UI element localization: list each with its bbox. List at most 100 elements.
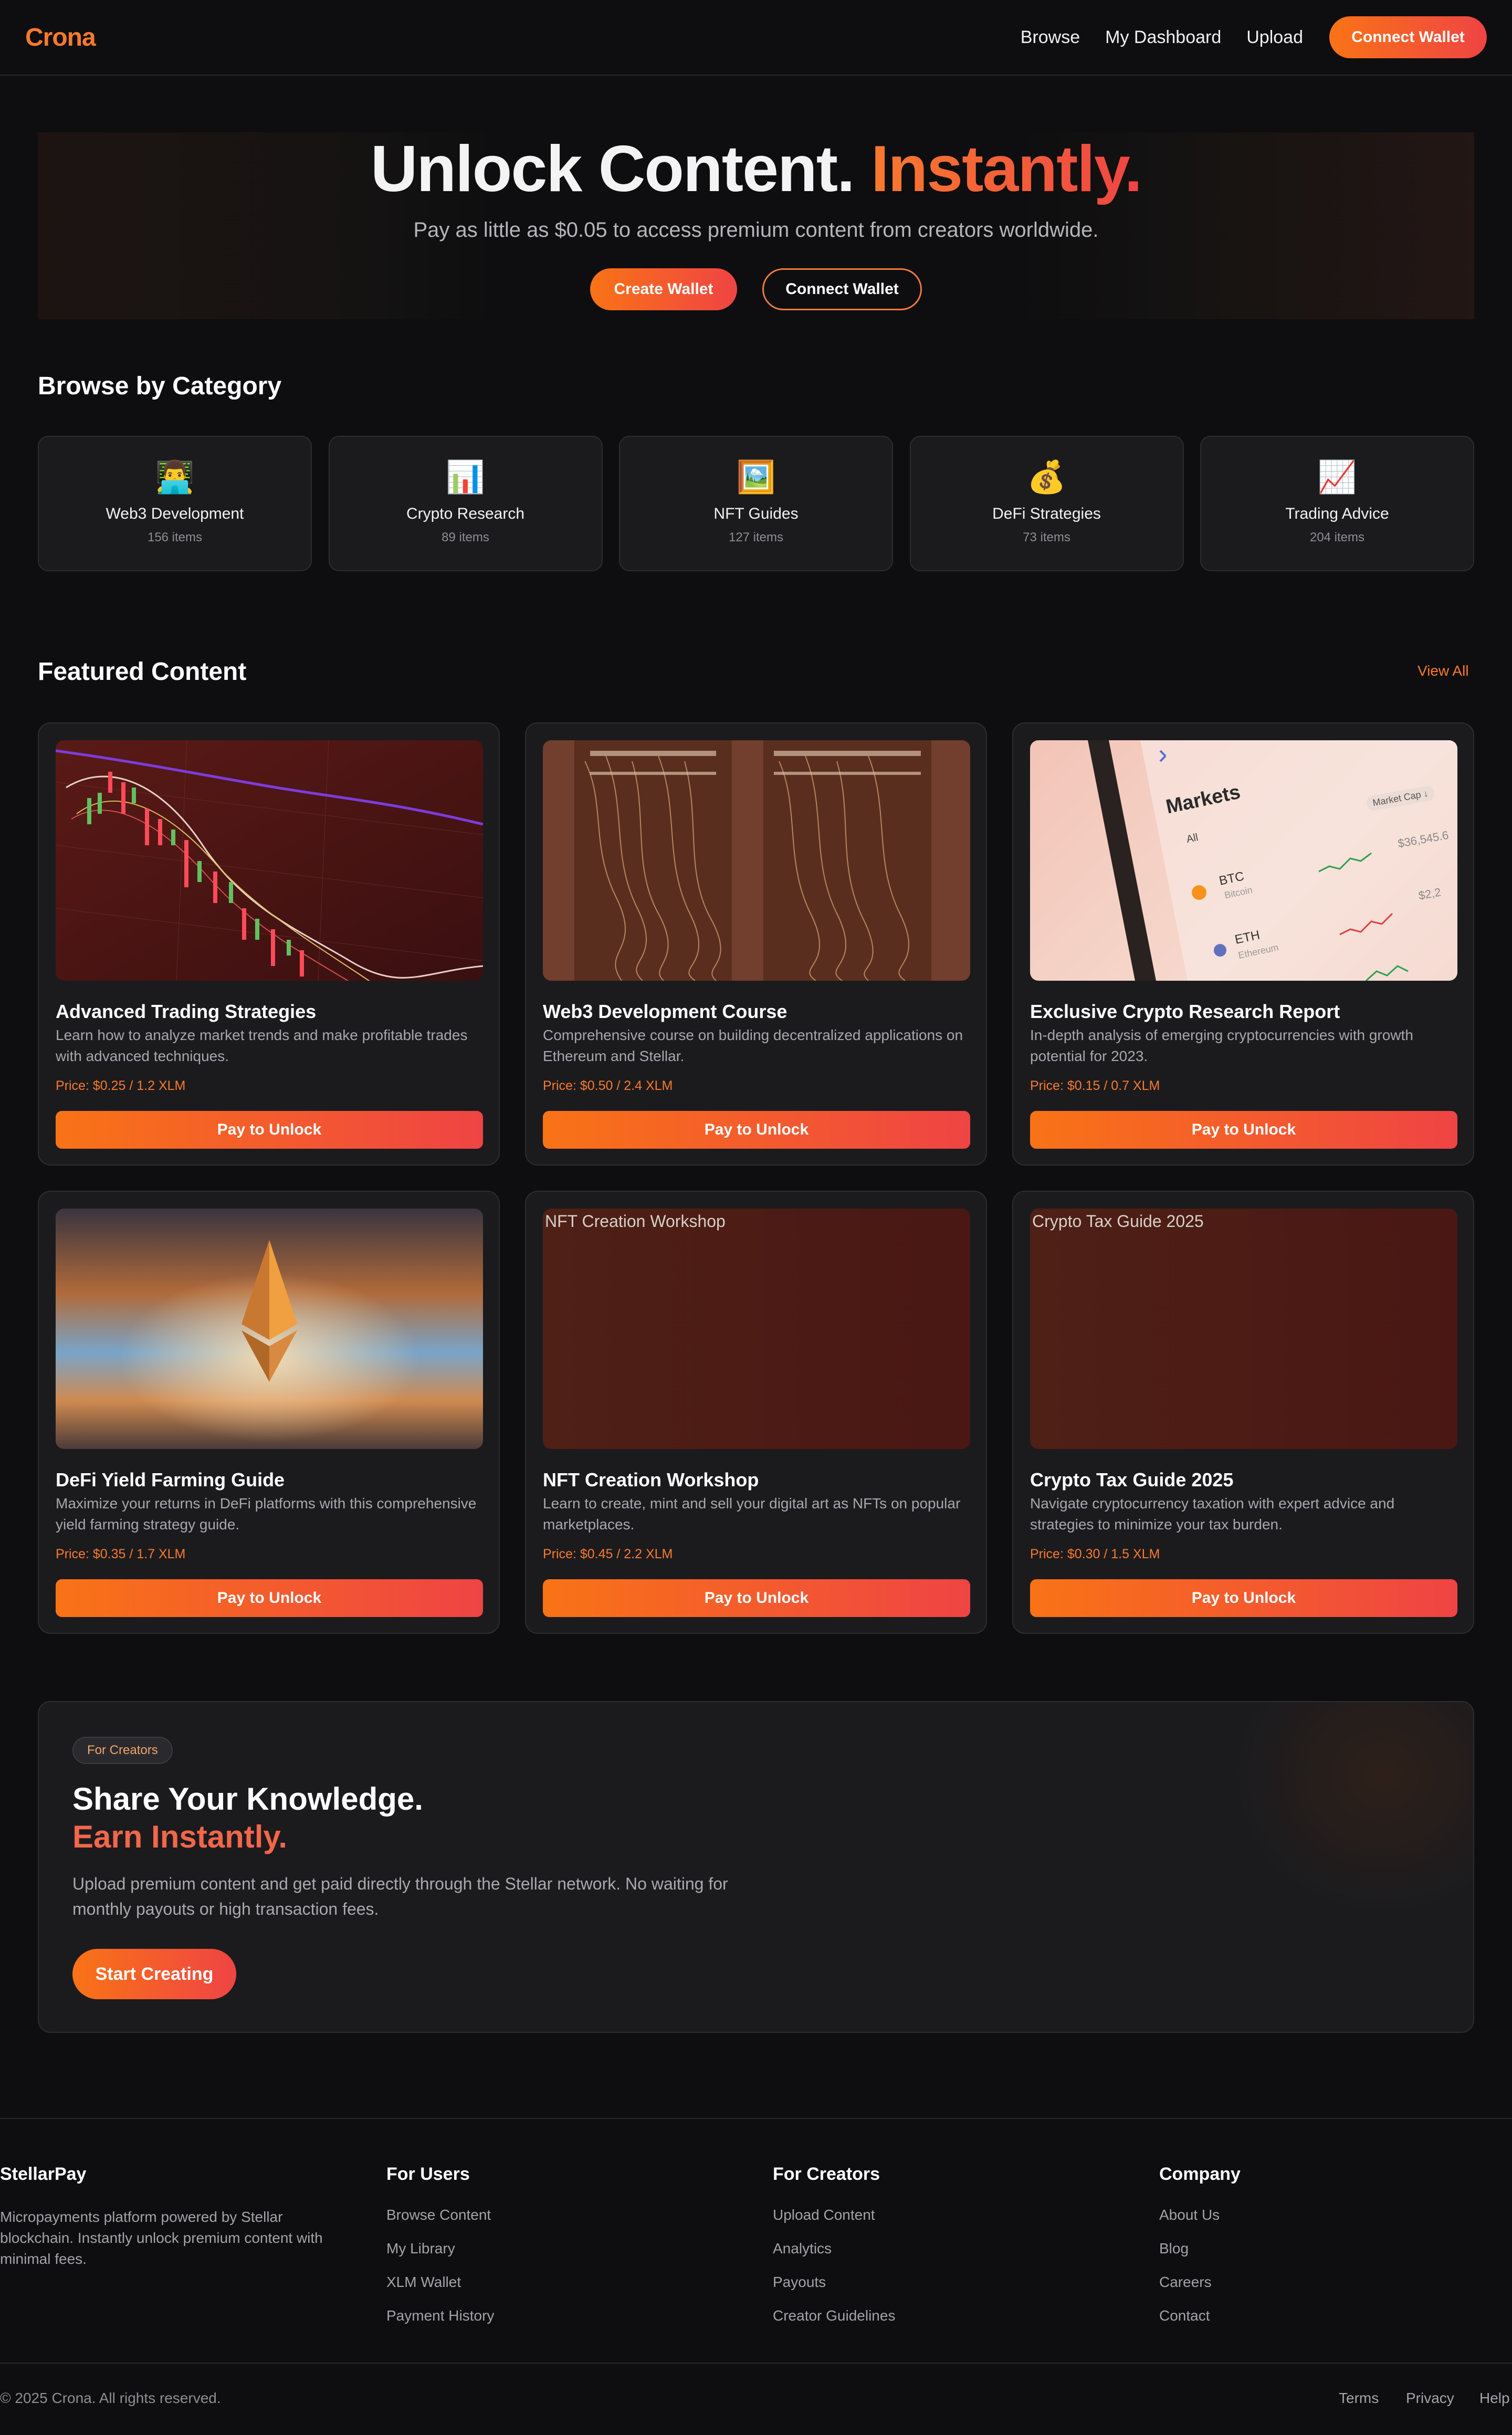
card-title: NFT Creation Workshop bbox=[543, 1469, 759, 1491]
featured-title: Featured Content bbox=[38, 658, 247, 686]
help-link[interactable]: Help bbox=[1479, 2390, 1510, 2407]
bar-chart-icon: 📊 bbox=[446, 459, 485, 495]
card-title: Web3 Development Course bbox=[543, 1001, 788, 1022]
card-price: Price: $0.15 / 0.7 XLM bbox=[1030, 1078, 1160, 1093]
for-creators-badge: For Creators bbox=[72, 1737, 173, 1764]
card-description: In-depth analysis of emerging cryptocurr… bbox=[1030, 1027, 1413, 1064]
ethereum-graphic bbox=[56, 1209, 483, 1449]
footer-link[interactable]: About Us bbox=[1159, 2198, 1241, 2232]
category-card-trading[interactable]: 📈 Trading Advice 204 items bbox=[1200, 436, 1474, 571]
card-description: Maximize your returns in DeFi platforms … bbox=[56, 1495, 477, 1533]
card-title: Advanced Trading Strategies bbox=[56, 1001, 317, 1022]
card-title: DeFi Yield Farming Guide bbox=[56, 1469, 285, 1491]
start-creating-button[interactable]: Start Creating bbox=[72, 1949, 236, 1999]
content-card: Crypto Tax Guide 2025 Crypto Tax Guide 2… bbox=[1012, 1191, 1474, 1634]
card-price: Price: $0.45 / 2.2 XLM bbox=[543, 1547, 673, 1561]
hero-title-main: Unlock Content. bbox=[370, 133, 855, 205]
pay-to-unlock-button[interactable]: Pay to Unlock bbox=[1030, 1579, 1457, 1617]
footer-divider bbox=[0, 2118, 1512, 2119]
footer-link[interactable]: Creator Guidelines bbox=[773, 2299, 895, 2333]
category-name: DeFi Strategies bbox=[992, 505, 1101, 522]
pay-to-unlock-button[interactable]: Pay to Unlock bbox=[543, 1579, 970, 1617]
card-price: Price: $0.50 / 2.4 XLM bbox=[543, 1078, 673, 1093]
creators-section: For Creators Share Your Knowledge. Earn … bbox=[38, 1701, 1474, 2033]
hero-title-accent: Instantly. bbox=[870, 133, 1142, 205]
footer-link[interactable]: Upload Content bbox=[773, 2198, 895, 2232]
hero-buttons: Create Wallet Connect Wallet bbox=[38, 268, 1474, 310]
category-count: 89 items bbox=[442, 530, 489, 544]
content-card: Web3 Development Course Comprehensive co… bbox=[525, 722, 987, 1166]
category-name: Crypto Research bbox=[406, 505, 525, 522]
footer-link[interactable]: Browse Content bbox=[386, 2198, 494, 2232]
footer-column-title: Company bbox=[1159, 2164, 1241, 2184]
footer-link[interactable]: Analytics bbox=[773, 2232, 895, 2265]
category-name: Web3 Development bbox=[106, 505, 244, 522]
footer-column-title: For Creators bbox=[773, 2164, 880, 2184]
nav-link-dashboard[interactable]: My Dashboard bbox=[1105, 27, 1221, 48]
category-name: Trading Advice bbox=[1285, 505, 1389, 522]
footer-link[interactable]: Payment History bbox=[386, 2299, 494, 2333]
money-bag-icon: 💰 bbox=[1027, 459, 1066, 495]
footer-bottom-divider bbox=[0, 2363, 1512, 2364]
card-price: Price: $0.30 / 1.5 XLM bbox=[1030, 1547, 1160, 1561]
category-count: 204 items bbox=[1309, 530, 1365, 544]
footer-link[interactable]: Blog bbox=[1159, 2232, 1241, 2265]
top-nav: Crona Browse My Dashboard Upload Connect… bbox=[0, 0, 1512, 76]
footer-column-company: Company About Us Blog Careers Contact bbox=[1159, 2164, 1241, 2333]
categories-title: Browse by Category bbox=[38, 372, 282, 400]
privacy-link[interactable]: Privacy bbox=[1406, 2390, 1454, 2407]
hero-connect-wallet-button[interactable]: Connect Wallet bbox=[762, 268, 922, 310]
footer-brand: StellarPay Micropayments platform powere… bbox=[0, 2164, 352, 2270]
category-count: 73 items bbox=[1023, 530, 1070, 544]
category-card-nft[interactable]: 🖼️ NFT Guides 127 items bbox=[619, 436, 893, 571]
card-description: Learn to create, mint and sell your digi… bbox=[543, 1495, 961, 1533]
framed-picture-icon: 🖼️ bbox=[736, 459, 776, 495]
category-card-research[interactable]: 📊 Crypto Research 89 items bbox=[328, 436, 603, 571]
card-description: Navigate cryptocurrency taxation with ex… bbox=[1030, 1495, 1395, 1533]
ethereum-logo-image bbox=[56, 1209, 483, 1449]
nft-workshop-image: NFT Creation Workshop bbox=[543, 1209, 970, 1449]
category-list: 👨‍💻 Web3 Development 156 items 📊 Crypto … bbox=[38, 436, 1474, 571]
content-card: DeFi Yield Farming Guide Maximize your r… bbox=[38, 1191, 500, 1634]
footer-column-creators: For Creators Upload Content Analytics Pa… bbox=[773, 2164, 895, 2333]
content-card: NFT Creation Workshop NFT Creation Works… bbox=[525, 1191, 987, 1634]
card-title: Crypto Tax Guide 2025 bbox=[1030, 1469, 1234, 1491]
card-description: Comprehensive course on building decentr… bbox=[543, 1027, 963, 1064]
category-card-defi[interactable]: 💰 DeFi Strategies 73 items bbox=[909, 436, 1184, 571]
developer-icon: 👨‍💻 bbox=[155, 459, 195, 495]
view-all-link[interactable]: View All bbox=[1418, 663, 1469, 679]
candlestick-chart-graphic bbox=[56, 740, 483, 981]
tab-all: All bbox=[1185, 831, 1200, 846]
footer-column-title: For Users bbox=[386, 2164, 470, 2184]
category-card-web3[interactable]: 👨‍💻 Web3 Development 156 items bbox=[38, 436, 312, 571]
trending-up-icon: 📈 bbox=[1317, 459, 1357, 495]
terms-link[interactable]: Terms bbox=[1339, 2390, 1379, 2407]
card-price: Price: $0.35 / 1.7 XLM bbox=[56, 1547, 186, 1561]
footer-link[interactable]: My Library bbox=[386, 2232, 494, 2265]
pay-to-unlock-button[interactable]: Pay to Unlock bbox=[1030, 1111, 1457, 1149]
nav-link-browse[interactable]: Browse bbox=[1021, 27, 1080, 48]
create-wallet-button[interactable]: Create Wallet bbox=[590, 268, 737, 310]
crypto-tax-image: Crypto Tax Guide 2025 bbox=[1030, 1209, 1457, 1449]
hero-section: Unlock Content. Instantly. Pay as little… bbox=[38, 132, 1474, 319]
candlestick-chart-image bbox=[56, 740, 483, 981]
footer-column-users: For Users Browse Content My Library XLM … bbox=[386, 2164, 494, 2333]
footer-link[interactable]: XLM Wallet bbox=[386, 2265, 494, 2299]
pay-to-unlock-button[interactable]: Pay to Unlock bbox=[56, 1579, 483, 1617]
category-count: 127 items bbox=[728, 530, 784, 544]
footer-link[interactable]: Contact bbox=[1159, 2299, 1241, 2333]
footer-link[interactable]: Careers bbox=[1159, 2265, 1241, 2299]
pay-to-unlock-button[interactable]: Pay to Unlock bbox=[56, 1111, 483, 1149]
footer-link[interactable]: Payouts bbox=[773, 2265, 895, 2299]
server-cables-graphic bbox=[543, 740, 970, 981]
creators-description: Upload premium content and get paid dire… bbox=[72, 1874, 728, 1918]
category-count: 156 items bbox=[147, 530, 203, 544]
connect-wallet-button[interactable]: Connect Wallet bbox=[1329, 16, 1487, 58]
creators-title-accent: Earn Instantly. bbox=[72, 1819, 287, 1854]
footer-brand-desc: Micropayments platform powered by Stella… bbox=[0, 2209, 323, 2267]
pay-to-unlock-button[interactable]: Pay to Unlock bbox=[543, 1111, 970, 1149]
nav-link-upload[interactable]: Upload bbox=[1246, 27, 1303, 48]
category-name: NFT Guides bbox=[713, 505, 799, 522]
logo[interactable]: Crona bbox=[25, 23, 96, 52]
content-card: Advanced Trading Strategies Learn how to… bbox=[38, 722, 500, 1166]
